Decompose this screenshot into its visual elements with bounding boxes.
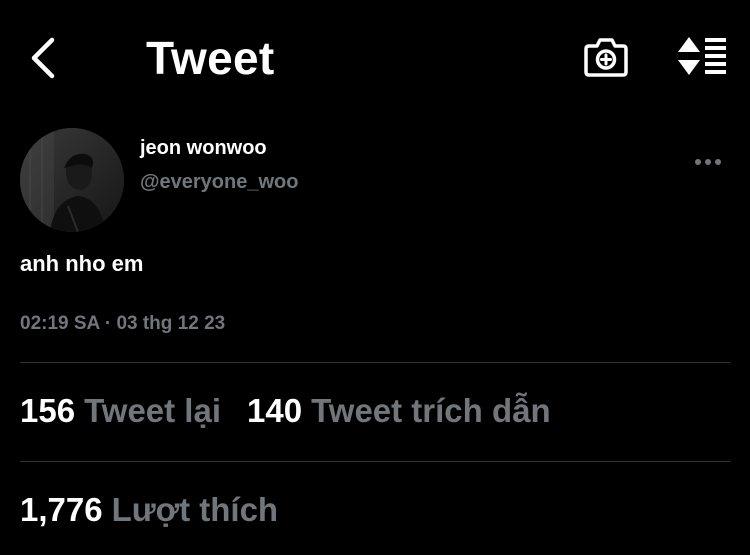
sort-replies-button[interactable] [676,36,728,76]
retweets-stat[interactable]: 156 Tweet lại [20,391,221,431]
quote-tweets-count: 140 [247,392,303,429]
retweets-label: Tweet lại [84,392,221,429]
engagement-stats-row: 156 Tweet lại 140 Tweet trích dẫn [20,391,551,431]
add-photo-button[interactable] [583,36,629,78]
more-horizontal-icon [695,159,721,165]
add-photo-icon [584,38,628,77]
likes-stats-row: 1,776 Lượt thích [20,490,278,530]
likes-label: Lượt thích [111,491,279,528]
tweet-timestamp: 02:19 SA · 03 thg 12 23 [20,313,226,334]
author-avatar[interactable] [20,128,124,232]
more-options-button[interactable] [694,152,724,172]
back-button[interactable] [26,36,66,80]
quote-tweets-stat[interactable]: 140 Tweet trích dẫn [247,391,551,431]
chevron-left-icon [31,37,55,79]
top-navigation-bar: Tweet [0,0,750,118]
likes-count: 1,776 [20,491,103,528]
author-display-name[interactable]: jeon wonwoo [140,136,267,160]
tweet-text: anh nho em [20,251,144,276]
likes-stat[interactable]: 1,776 Lượt thích [20,490,278,530]
sort-thread-icon [678,37,726,75]
quote-tweets-label: Tweet trích dẫn [311,392,551,429]
divider [20,461,730,462]
author-handle[interactable]: @everyone_woo [140,170,298,194]
divider [20,362,730,363]
avatar-photo [20,128,124,232]
retweets-count: 156 [20,392,76,429]
page-title: Tweet [146,32,275,84]
